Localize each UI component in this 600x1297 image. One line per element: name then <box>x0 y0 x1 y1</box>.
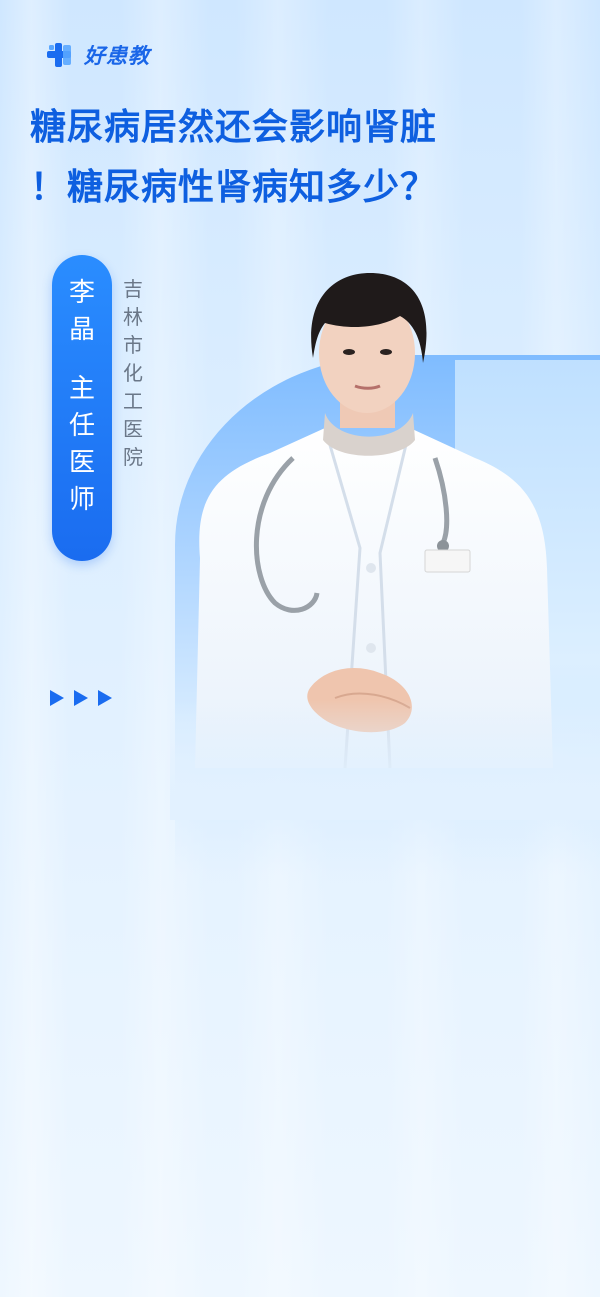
hospital-char: 院 <box>123 445 143 469</box>
logo-icon <box>46 42 78 68</box>
title-line-1: 糖尿病居然还会影响肾脏 <box>30 107 438 148</box>
brand-logo: 好患教 <box>46 40 150 70</box>
poster: 好患教 糖尿病居然还会影响肾脏 ！糖尿病性肾病知多少？ 李 晶 主 任 医 师 … <box>0 0 600 1297</box>
doctor-name-char: 李 <box>68 278 95 308</box>
brand-name: 好患教 <box>84 44 150 68</box>
doctor-role-char: 师 <box>68 485 95 515</box>
play-arrow-icon <box>74 690 88 706</box>
title-line-2: ！糖尿病性肾病知多少？ <box>30 167 438 208</box>
doctor-role-char: 医 <box>68 448 95 478</box>
hospital-char: 林 <box>123 305 143 329</box>
play-arrows <box>50 690 112 706</box>
doctor-role-char: 任 <box>68 411 95 441</box>
play-arrow-icon <box>50 690 64 706</box>
hospital-name: 吉 林 市 化 工 医 院 <box>120 275 146 471</box>
doctor-title-text: 李 晶 主 任 医 师 <box>52 275 112 519</box>
doctor-role-char: 主 <box>68 374 95 404</box>
hospital-char: 市 <box>123 333 143 357</box>
hospital-char: 化 <box>123 361 143 385</box>
portrait-fade <box>170 700 600 820</box>
hospital-char: 医 <box>123 417 143 441</box>
doctor-name-char: 晶 <box>68 315 95 345</box>
doctor-title-pill: 李 晶 主 任 医 师 <box>52 255 112 561</box>
play-arrow-icon <box>98 690 112 706</box>
page-title: 糖尿病居然还会影响肾脏 ！糖尿病性肾病知多少？ <box>30 98 570 218</box>
hospital-char: 吉 <box>123 277 143 301</box>
hospital-char: 工 <box>123 389 143 413</box>
